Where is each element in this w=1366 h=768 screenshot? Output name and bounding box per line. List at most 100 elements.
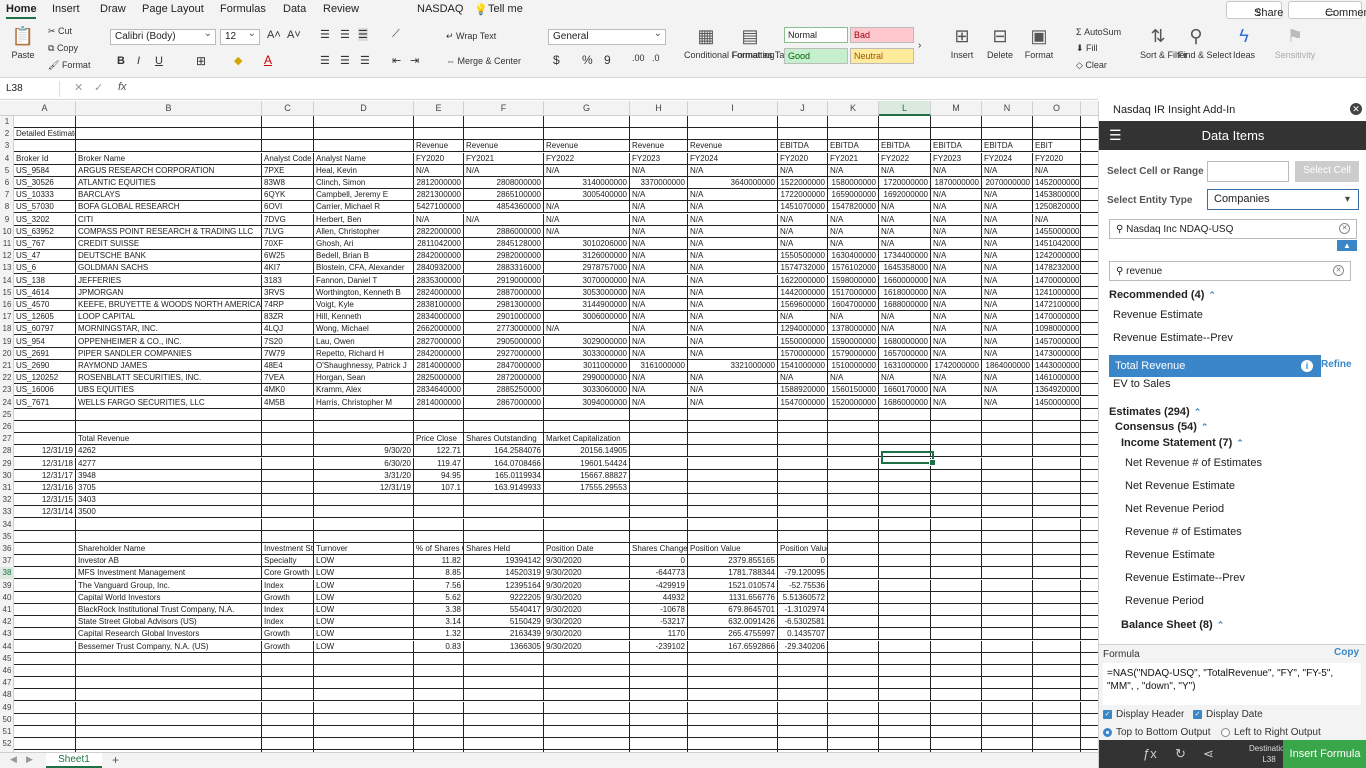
formula-text[interactable]: =NAS("NDAQ-USQ", "TotalRevenue", "FY", "… bbox=[1103, 663, 1361, 705]
cell[interactable] bbox=[414, 689, 464, 701]
cell[interactable]: 20156.14905 bbox=[544, 445, 630, 457]
cell[interactable]: US_120252 bbox=[14, 372, 76, 384]
cell[interactable]: Index bbox=[262, 579, 314, 591]
cell[interactable]: N/A bbox=[982, 396, 1033, 408]
cell[interactable]: 2982000000 bbox=[464, 250, 544, 262]
cell[interactable] bbox=[14, 116, 76, 127]
cell[interactable]: 2872000000 bbox=[464, 372, 544, 384]
tab-data[interactable]: Data bbox=[283, 3, 306, 15]
cell[interactable] bbox=[544, 738, 630, 750]
active-cell[interactable] bbox=[881, 451, 936, 466]
cell[interactable]: N/A bbox=[688, 347, 778, 359]
cell[interactable] bbox=[828, 604, 879, 615]
cell[interactable] bbox=[828, 726, 879, 737]
percent-icon[interactable]: % bbox=[582, 53, 593, 67]
cell[interactable]: 1680000000 bbox=[879, 335, 931, 347]
cell[interactable] bbox=[262, 433, 314, 445]
cell[interactable] bbox=[879, 518, 931, 530]
cell[interactable] bbox=[931, 530, 982, 542]
cell[interactable]: 3.38 bbox=[414, 604, 464, 615]
cell[interactable] bbox=[262, 713, 314, 725]
fill-button[interactable]: ⬇ Fill bbox=[1076, 43, 1098, 54]
italic-icon[interactable]: I bbox=[137, 55, 140, 67]
left-right-radio[interactable]: Left to Right Output bbox=[1221, 727, 1321, 738]
cell[interactable] bbox=[262, 457, 314, 469]
cell[interactable]: 3183 bbox=[262, 274, 314, 286]
cell[interactable]: FY2022 bbox=[544, 152, 630, 164]
cell[interactable] bbox=[14, 677, 76, 689]
tell-me[interactable]: Tell me bbox=[488, 3, 523, 15]
cell[interactable]: N/A bbox=[630, 335, 688, 347]
cell[interactable]: N/A bbox=[630, 238, 688, 249]
cell[interactable]: 12/31/18 bbox=[14, 457, 76, 469]
cell[interactable]: Analyst Name bbox=[314, 152, 414, 164]
cell[interactable] bbox=[778, 677, 828, 689]
row-header[interactable]: 12 bbox=[0, 250, 14, 262]
cell[interactable]: N/A bbox=[630, 201, 688, 213]
cell[interactable] bbox=[14, 628, 76, 640]
cell[interactable] bbox=[544, 701, 630, 713]
cell[interactable] bbox=[414, 713, 464, 725]
cell[interactable] bbox=[14, 518, 76, 530]
cell[interactable] bbox=[414, 408, 464, 420]
cell[interactable]: US_9584 bbox=[14, 164, 76, 176]
cell[interactable]: EBITDA bbox=[879, 140, 931, 152]
clear-button[interactable]: ◇ Clear bbox=[1076, 60, 1107, 71]
cell[interactable]: 7W79 bbox=[262, 347, 314, 359]
cell[interactable] bbox=[982, 506, 1033, 518]
cell[interactable] bbox=[778, 494, 828, 506]
cell[interactable]: 2070000000 bbox=[982, 177, 1033, 188]
cell[interactable]: 2981300000 bbox=[464, 299, 544, 310]
cell[interactable] bbox=[982, 116, 1033, 127]
cell[interactable]: N/A bbox=[828, 311, 879, 323]
cell[interactable] bbox=[778, 457, 828, 469]
cell[interactable] bbox=[1033, 128, 1081, 140]
copy-button[interactable]: ⧉ Copy bbox=[48, 43, 78, 54]
cell[interactable] bbox=[778, 713, 828, 725]
ideas-button[interactable]: ϟ Ideas bbox=[1228, 24, 1260, 60]
cell[interactable] bbox=[828, 738, 879, 750]
cell[interactable]: Core Growth bbox=[262, 567, 314, 579]
cell[interactable]: US_60797 bbox=[14, 323, 76, 335]
cell[interactable] bbox=[262, 445, 314, 457]
cell[interactable]: 1560150000 bbox=[828, 384, 879, 396]
cell[interactable]: 1659000000 bbox=[828, 189, 879, 201]
cell[interactable]: N/A bbox=[879, 213, 931, 225]
cell[interactable]: 1660170000 bbox=[879, 384, 931, 396]
cell[interactable]: N/A bbox=[778, 238, 828, 249]
cell[interactable] bbox=[630, 701, 688, 713]
cell[interactable]: N/A bbox=[544, 164, 630, 176]
cell[interactable] bbox=[828, 116, 879, 127]
cell[interactable]: 2845128000 bbox=[464, 238, 544, 249]
cell[interactable]: 12/31/14 bbox=[14, 506, 76, 518]
cell[interactable]: 2824000000 bbox=[414, 286, 464, 298]
cell[interactable]: -10678 bbox=[630, 604, 688, 615]
cell[interactable]: 1520000000 bbox=[828, 396, 879, 408]
cell[interactable] bbox=[76, 140, 262, 152]
cell[interactable] bbox=[879, 555, 931, 567]
cell[interactable]: 2840932000 bbox=[414, 262, 464, 274]
cell[interactable] bbox=[544, 652, 630, 664]
row-header[interactable]: 33 bbox=[0, 506, 14, 518]
cell[interactable] bbox=[464, 128, 544, 140]
cell[interactable] bbox=[778, 421, 828, 432]
cell[interactable] bbox=[414, 726, 464, 737]
cell[interactable] bbox=[464, 530, 544, 542]
list-item[interactable]: Revenue Estimate bbox=[1125, 549, 1215, 561]
cell[interactable] bbox=[630, 116, 688, 127]
cell[interactable] bbox=[76, 738, 262, 750]
cell[interactable]: N/A bbox=[931, 250, 982, 262]
cell[interactable]: N/A bbox=[982, 335, 1033, 347]
cell[interactable] bbox=[982, 628, 1033, 640]
comma-icon[interactable]: 9 bbox=[604, 53, 611, 67]
cell[interactable]: Worthington, Kenneth B bbox=[314, 286, 414, 298]
tab-nasdaq[interactable]: NASDAQ bbox=[417, 3, 463, 15]
cell[interactable]: 2885250000 bbox=[464, 384, 544, 396]
cell[interactable]: N/A bbox=[982, 250, 1033, 262]
cell[interactable] bbox=[931, 726, 982, 737]
cell[interactable]: 1455000000 bbox=[1033, 225, 1081, 237]
cell[interactable]: N/A bbox=[828, 372, 879, 384]
cell[interactable] bbox=[982, 128, 1033, 140]
cell[interactable] bbox=[14, 652, 76, 664]
cell[interactable] bbox=[1033, 640, 1081, 652]
